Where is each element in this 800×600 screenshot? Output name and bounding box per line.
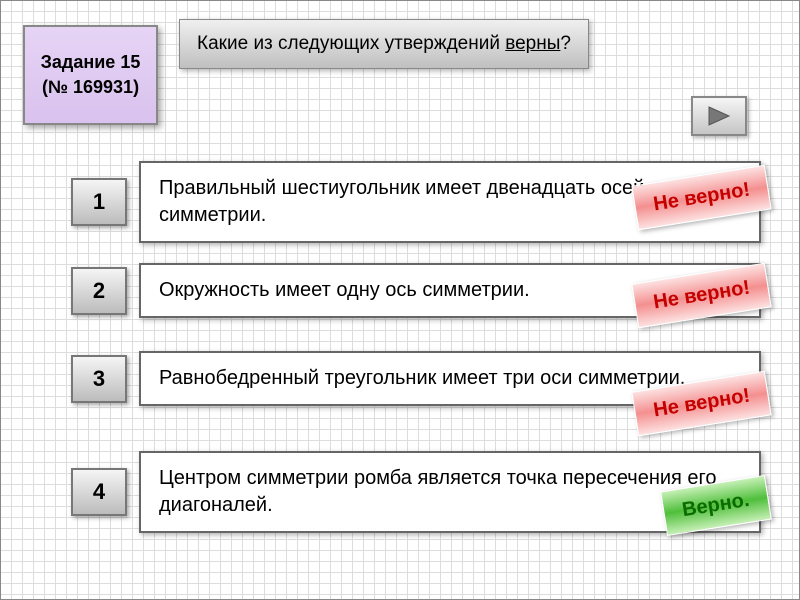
play-icon	[705, 105, 733, 127]
option-statement-2: Окружность имеет одну ось симметрии. Не …	[139, 263, 761, 318]
option-row-3: 3 Равнобедренный треугольник имеет три о…	[71, 351, 761, 406]
question-bar: Какие из следующих утверждений верны?	[179, 19, 589, 69]
option-button-2[interactable]: 2	[71, 267, 127, 315]
question-text: Какие из следующих утверждений верны?	[197, 33, 571, 55]
option-row-2: 2 Окружность имеет одну ось симметрии. Н…	[71, 263, 761, 318]
task-line2: (№ 169931)	[42, 75, 139, 100]
option-button-1[interactable]: 1	[71, 178, 127, 226]
task-box: Задание 15 (№ 169931)	[23, 25, 158, 125]
question-suffix: ?	[560, 33, 571, 54]
question-underlined: верны	[505, 33, 560, 54]
option-row-4: 4 Центром симметрии ромба является точка…	[71, 451, 761, 533]
question-prefix: Какие из следующих утверждений	[197, 33, 505, 54]
option-button-3[interactable]: 3	[71, 355, 127, 403]
option-statement-3: Равнобедренный треугольник имеет три оси…	[139, 351, 761, 406]
option-statement-4: Центром симметрии ромба является точка п…	[139, 451, 761, 533]
option-row-1: 1 Правильный шестиугольник имеет двенадц…	[71, 161, 761, 243]
task-line1: Задание 15	[41, 50, 141, 75]
option-text-3: Равнобедренный треугольник имеет три оси…	[159, 365, 685, 392]
option-text-2: Окружность имеет одну ось симметрии.	[159, 277, 530, 304]
option-text-4: Центром симметрии ромба является точка п…	[159, 465, 741, 519]
next-button[interactable]	[691, 96, 747, 136]
option-statement-1: Правильный шестиугольник имеет двенадцат…	[139, 161, 761, 243]
badge-wrong-2: Не верно!	[631, 263, 772, 329]
option-button-4[interactable]: 4	[71, 468, 127, 516]
